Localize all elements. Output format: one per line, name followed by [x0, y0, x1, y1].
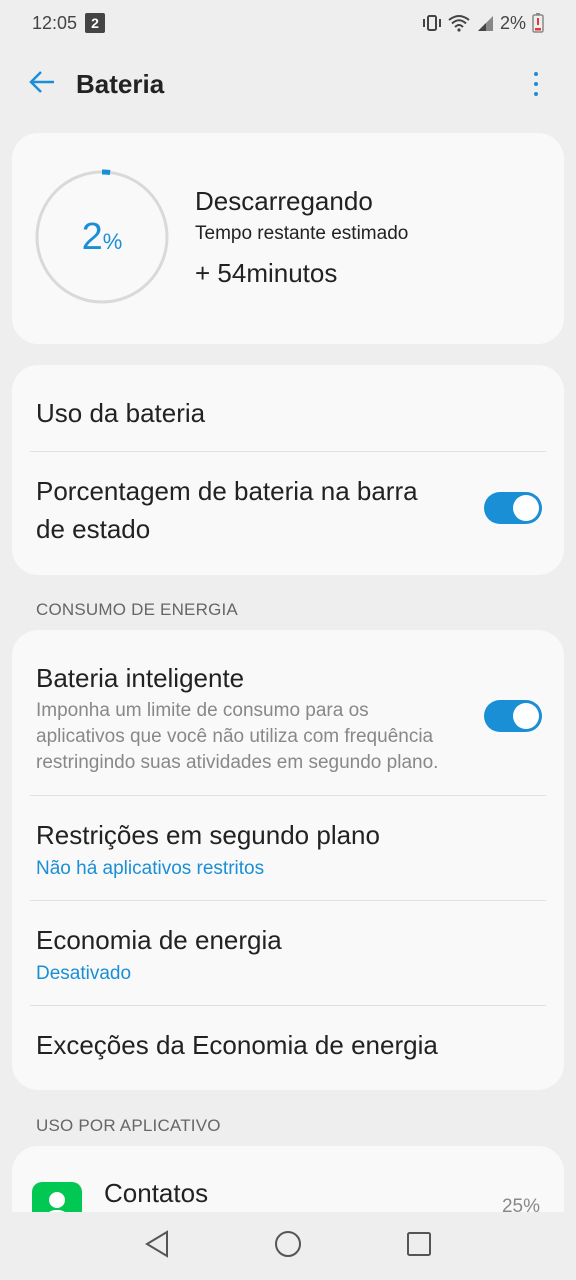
smart-battery-title: Bateria inteligente: [36, 663, 245, 693]
battery-summary-card: 2 % Descarregando Tempo restante estimad…: [12, 133, 564, 344]
smart-battery-desc-line1: Imponha um limite de consumo para os: [36, 700, 369, 721]
status-bar: 12:05 2 2%: [0, 0, 576, 46]
energy-settings-card: Bateria inteligente Imponha um limite de…: [12, 630, 564, 1090]
navigation-bar: [0, 1212, 576, 1280]
battery-percentage-title-line2: de estado: [36, 514, 151, 544]
power-saver-sub: Desativado: [36, 963, 132, 984]
status-time: 12:05: [32, 12, 78, 33]
background-restrictions-sub: Não há aplicativos restritos: [36, 858, 265, 879]
battery-level-label: 2 %: [34, 169, 170, 305]
notification-badge: 2: [85, 13, 106, 33]
nav-recents-button[interactable]: [399, 1226, 439, 1266]
battery-level-number: 2: [81, 215, 103, 258]
contacts-icon-head: [49, 1192, 65, 1208]
charging-status: Descarregando: [195, 186, 373, 216]
power-saver-title: Economia de energia: [36, 925, 282, 955]
square-recents-icon: [405, 1230, 433, 1263]
more-vert-icon: [534, 72, 538, 76]
power-saver-exceptions-item[interactable]: Exceções da Economia de energia: [36, 1026, 438, 1064]
app-name: Contatos: [104, 1178, 209, 1208]
back-button[interactable]: [26, 68, 58, 100]
battery-level-percent-sign: %: [102, 229, 123, 254]
signal-icon: [476, 14, 494, 32]
vibrate-icon: [422, 14, 442, 32]
more-options-button[interactable]: [524, 68, 548, 100]
divider: [30, 1005, 546, 1006]
battery-percent-text: 2%: [499, 12, 526, 33]
status-left: 12:05 2: [32, 12, 106, 34]
divider: [30, 795, 546, 796]
smart-battery-desc-line3: restringindo suas atividades em segundo …: [36, 752, 439, 773]
smart-battery-desc-line2: aplicativos que você não utiliza com fre…: [36, 726, 434, 747]
battery-settings-card: Uso da bateria Porcentagem de bateria na…: [12, 365, 564, 575]
more-vert-dot: [534, 92, 538, 96]
section-header-energy: CONSUMO DE ENERGIA: [36, 600, 238, 619]
battery-percentage-title-line1: Porcentagem de bateria na barra: [36, 476, 418, 506]
arrow-left-icon: [28, 70, 56, 99]
nav-home-button[interactable]: [268, 1226, 308, 1266]
divider: [30, 900, 546, 901]
wifi-icon: [448, 14, 470, 32]
page-title: Bateria: [76, 69, 165, 99]
battery-percentage-toggle[interactable]: [484, 492, 542, 524]
toggle-knob: [513, 703, 539, 729]
section-header-app-usage: USO POR APLICATIVO: [36, 1116, 221, 1135]
triangle-back-icon: [144, 1229, 170, 1263]
background-restrictions-title: Restrições em segundo plano: [36, 820, 380, 850]
circle-home-icon: [274, 1230, 302, 1263]
battery-low-icon: [532, 13, 544, 33]
remaining-time-value: + 54minutos: [195, 258, 338, 288]
nav-back-button[interactable]: [137, 1226, 177, 1266]
divider: [30, 451, 546, 452]
status-right: 2%: [422, 13, 544, 34]
battery-usage-item[interactable]: Uso da bateria: [36, 394, 205, 432]
more-vert-dot: [534, 82, 538, 86]
app-bar: Bateria: [0, 52, 576, 116]
toggle-knob: [513, 495, 539, 521]
remaining-time-label: Tempo restante estimado: [195, 223, 409, 244]
smart-battery-toggle[interactable]: [484, 700, 542, 732]
